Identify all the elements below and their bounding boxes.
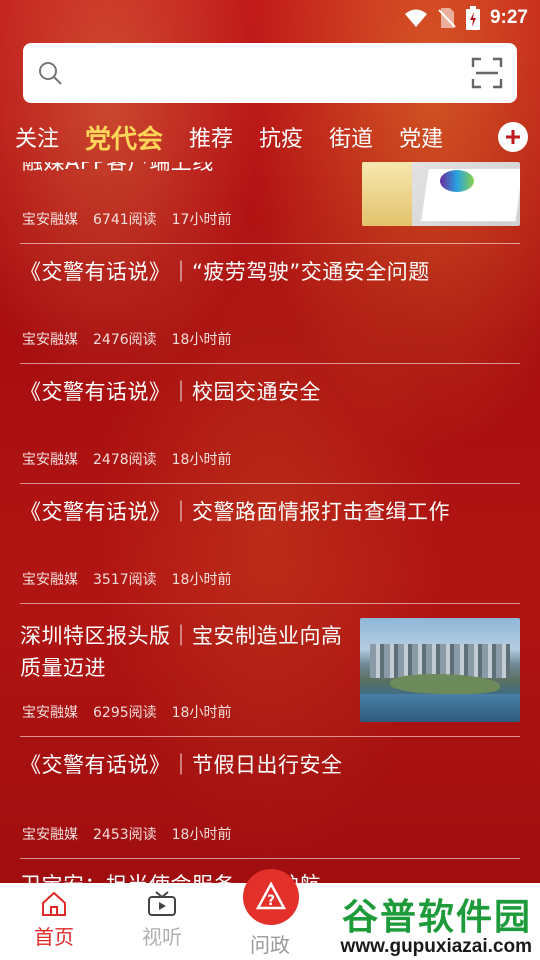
news-feed: 融媒APP客户端上线 宝安融媒 6741阅读 17小时前 《交警有话说》｜“疲劳… (0, 162, 540, 883)
item-reads: 6741阅读 (93, 212, 157, 228)
item-time: 18小时前 (171, 452, 232, 468)
tab-strip: 关注 党代会 推荐 抗疫 街道 党建 (0, 112, 495, 162)
channel-tabs: 关注 党代会 推荐 抗疫 街道 党建 (0, 112, 540, 162)
wenzheng-center-button[interactable]: ? (243, 869, 299, 925)
item-reads: 2476阅读 (93, 332, 157, 348)
nav-home-label: 首页 (34, 925, 74, 949)
item-source: 宝安融媒 (22, 705, 78, 721)
item-source: 宝安融媒 (22, 572, 78, 588)
plus-icon (506, 130, 520, 144)
item-title: 融媒APP客户端上线 (22, 162, 214, 174)
no-sim-icon (438, 8, 456, 28)
item-meta: 宝安融媒 6741阅读 17小时前 (22, 209, 231, 229)
list-item[interactable]: 融媒APP客户端上线 宝安融媒 6741阅读 17小时前 (20, 162, 520, 244)
item-reads: 2478阅读 (93, 452, 157, 468)
item-title: 《交警有话说》｜校园交通安全 (20, 380, 321, 404)
item-time: 18小时前 (171, 827, 232, 843)
svg-text:?: ? (267, 893, 275, 909)
item-meta: 宝安融媒 2478阅读 18小时前 (22, 449, 231, 469)
item-time: 17小时前 (171, 212, 232, 228)
nav-wenzheng-label: 问政 (250, 933, 290, 957)
item-meta: 宝安融媒 2453阅读 18小时前 (22, 824, 231, 844)
item-time: 18小时前 (171, 332, 232, 348)
item-reads: 3517阅读 (93, 572, 157, 588)
status-time: 9:27 (489, 7, 528, 28)
item-source: 宝安融媒 (22, 212, 78, 228)
list-item[interactable]: 《交警有话说》｜节假日出行安全 宝安融媒 2453阅读 18小时前 (20, 737, 520, 859)
search-bar[interactable] (23, 43, 517, 103)
scan-icon[interactable] (471, 57, 503, 89)
list-item[interactable]: 深圳特区报头版｜宝安制造业向高质量迈进 宝安融媒 6295阅读 18小时前 (20, 604, 520, 737)
list-item[interactable]: 《交警有话说》｜交警路面情报打击查缉工作 宝安融媒 3517阅读 18小时前 (20, 484, 520, 604)
tab-kangyi[interactable]: 抗疫 (246, 121, 316, 153)
item-thumbnail (362, 162, 520, 226)
tab-tuijian[interactable]: 推荐 (176, 121, 246, 153)
home-icon (42, 891, 66, 916)
item-source: 宝安融媒 (22, 332, 78, 348)
watermark: 谷普软件园 www.gupuxiazai.com (341, 888, 532, 958)
wifi-icon (404, 9, 427, 27)
add-channel-button[interactable] (498, 122, 528, 152)
tab-guanzhu[interactable]: 关注 (2, 121, 72, 153)
list-item[interactable]: 《交警有话说》｜校园交通安全 宝安融媒 2478阅读 18小时前 (20, 364, 520, 484)
nav-video[interactable]: 视听 (108, 883, 216, 960)
nav-home[interactable]: 首页 (0, 883, 108, 960)
item-title: 《交警有话说》｜节假日出行安全 (20, 753, 343, 777)
battery-icon (465, 6, 480, 30)
item-title: 《交警有话说》｜交警路面情报打击查缉工作 (20, 500, 450, 524)
status-bar: 9:27 (0, 0, 540, 36)
nav-video-label: 视听 (142, 925, 182, 949)
tab-dangjian[interactable]: 党建 (386, 121, 456, 153)
list-item[interactable]: 《交警有话说》｜“疲劳驾驶”交通安全问题 宝安融媒 2476阅读 18小时前 (20, 244, 520, 364)
question-icon: ? (255, 881, 287, 910)
search-icon[interactable] (37, 60, 63, 86)
tab-dangdaihui[interactable]: 党代会 (72, 119, 176, 156)
tv-icon (148, 891, 176, 916)
item-time: 18小时前 (171, 572, 232, 588)
item-reads: 6295阅读 (93, 705, 157, 721)
item-meta: 宝安融媒 6295阅读 18小时前 (22, 702, 231, 722)
item-title: 卫宝安：担当使命服务……护航 (20, 859, 380, 883)
item-title: 深圳特区报头版｜宝安制造业向高质量迈进 (20, 624, 343, 680)
item-meta: 宝安融媒 2476阅读 18小时前 (22, 329, 231, 349)
tab-jiedao[interactable]: 街道 (316, 121, 386, 153)
item-title: 《交警有话说》｜“疲劳驾驶”交通安全问题 (20, 260, 430, 284)
item-source: 宝安融媒 (22, 827, 78, 843)
item-time: 18小时前 (171, 705, 232, 721)
item-source: 宝安融媒 (22, 452, 78, 468)
item-meta: 宝安融媒 3517阅读 18小时前 (22, 569, 231, 589)
item-thumbnail (360, 618, 520, 722)
watermark-url: www.gupuxiazai.com (340, 936, 532, 957)
item-reads: 2453阅读 (93, 827, 157, 843)
watermark-cn: 谷普软件园 (341, 897, 532, 938)
